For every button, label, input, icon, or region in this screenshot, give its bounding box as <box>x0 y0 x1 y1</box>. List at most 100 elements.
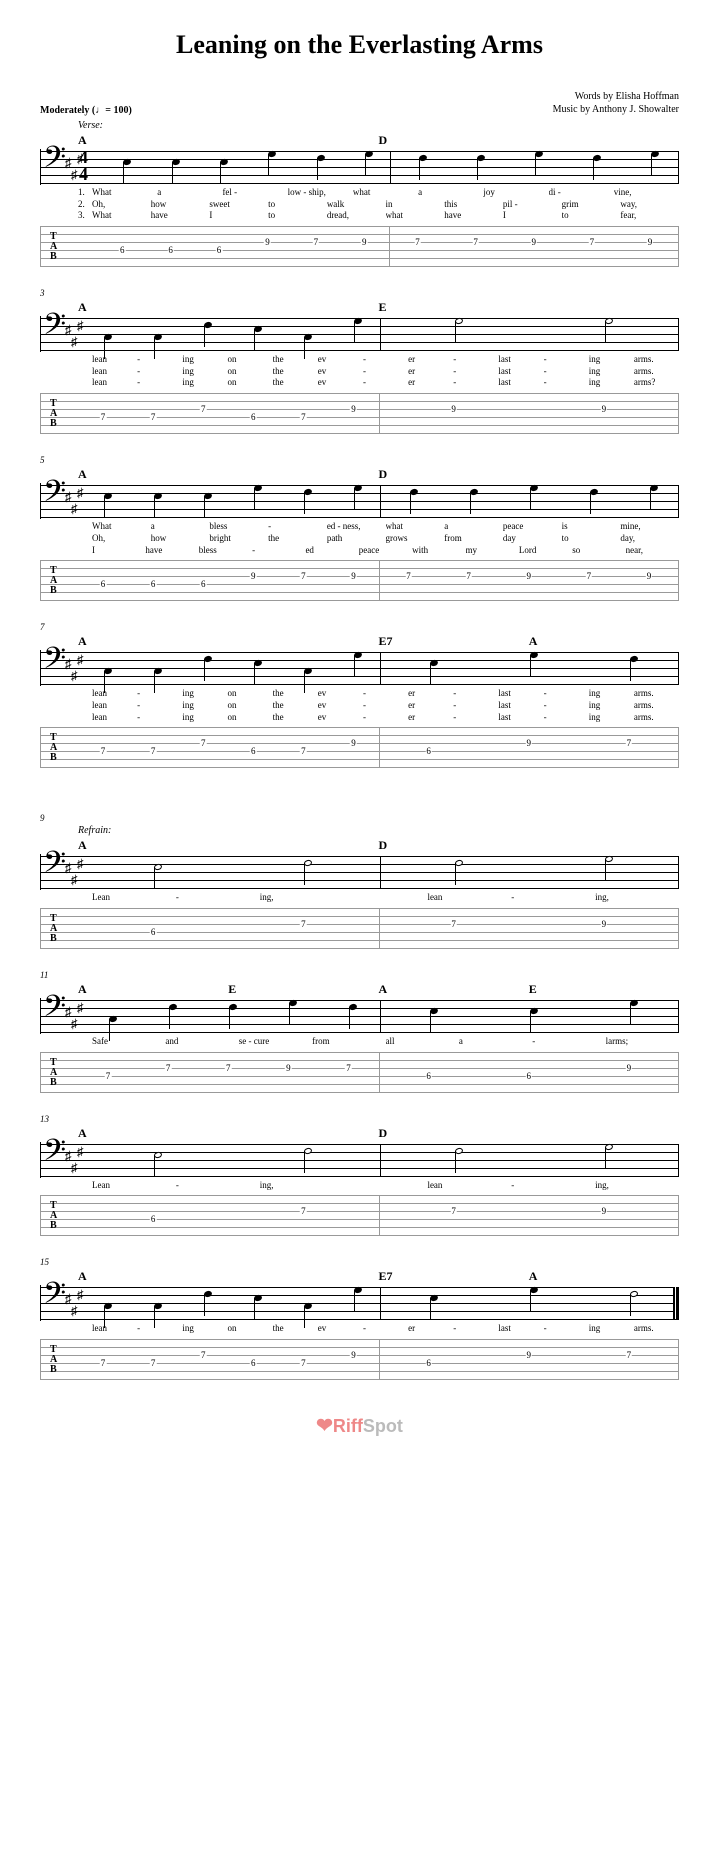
tablature: TAB6779 <box>40 908 679 950</box>
fret-number: 7 <box>150 412 157 422</box>
tablature: TAB777679697 <box>40 1339 679 1381</box>
lyric-line: Oh,howbrightthepathgrowsfromdaytoday, <box>78 533 679 545</box>
tab-label-icon: TAB <box>50 914 57 944</box>
fret-number: 9 <box>526 738 533 748</box>
music-system: Refrain:9AD𝄢♯♯♯Lean-ing,lean-ing,TAB6779 <box>40 825 679 950</box>
time-signature: 44 <box>79 149 88 183</box>
fret-number: 6 <box>425 1071 432 1081</box>
lyrics-block: Safeandse - curefromalla-larms; <box>78 1036 679 1048</box>
fret-number: 7 <box>626 738 633 748</box>
fret-number: 6 <box>150 927 157 937</box>
measure-number: 7 <box>40 622 45 632</box>
tab-label-icon: TAB <box>50 733 57 763</box>
fret-number: 6 <box>425 746 432 756</box>
fret-number: 6 <box>119 245 126 255</box>
fret-number: 7 <box>200 738 207 748</box>
heart-icon: ❤ <box>316 1415 333 1437</box>
fret-number: 7 <box>150 746 157 756</box>
measure-number: 13 <box>40 1114 49 1124</box>
chord-row: AE <box>78 300 679 314</box>
music-system: 15AE7A𝄢♯♯♯lean-ingontheev-er-last-ingarm… <box>40 1269 679 1381</box>
fret-number: 9 <box>450 404 457 414</box>
fret-number: 7 <box>450 1206 457 1216</box>
fret-number: 7 <box>225 1063 232 1073</box>
lyrics-block: lean-ingontheev-er-last-ingarms. <box>78 1323 679 1335</box>
fret-number: 9 <box>285 1063 292 1073</box>
section-refrain-label: Refrain: <box>78 825 679 836</box>
fret-number: 6 <box>250 746 257 756</box>
fret-number: 6 <box>216 245 223 255</box>
bass-clef-icon: 𝄢 <box>43 310 66 346</box>
fret-number: 7 <box>300 746 307 756</box>
lyric-line: Safeandse - curefromalla-larms; <box>78 1036 679 1048</box>
fret-number: 7 <box>100 1358 107 1368</box>
fret-number: 9 <box>350 404 357 414</box>
fret-number: 9 <box>526 1350 533 1360</box>
fret-number: 6 <box>200 579 207 589</box>
music-system: 11AEAE𝄢♯♯♯Safeandse - curefromalla-larms… <box>40 982 679 1094</box>
fret-number: 7 <box>105 1071 112 1081</box>
chord-row: AD <box>78 467 679 481</box>
lyrics-block: lean-ingontheev-er-last-ingarms.lean-ing… <box>78 354 679 389</box>
fret-number: 6 <box>250 412 257 422</box>
bass-clef-icon: 𝄢 <box>43 644 66 680</box>
fret-number: 7 <box>200 404 207 414</box>
music-system: 5AD𝄢♯♯♯Whatabless-ed - ness,whatapeaceis… <box>40 467 679 602</box>
fret-number: 7 <box>472 237 479 247</box>
lyrics-block: lean-ingontheev-er-last-ingarms.lean-ing… <box>78 688 679 723</box>
tab-label-icon: TAB <box>50 232 57 262</box>
staff: 𝄢♯♯♯ <box>40 316 679 352</box>
bass-clef-icon: 𝄢 <box>43 1136 66 1172</box>
staff: 𝄢♯♯♯ <box>40 483 679 519</box>
fret-number: 6 <box>150 1214 157 1224</box>
lyrics-block: Lean-ing,lean-ing, <box>78 1180 679 1192</box>
measure-number: 5 <box>40 455 45 465</box>
music-system: AD𝄢♯♯♯441.Whatafel -low - ship,whatajoyd… <box>40 133 679 268</box>
fret-number: 7 <box>300 571 307 581</box>
fret-number: 7 <box>150 1358 157 1368</box>
fret-number: 7 <box>300 919 307 929</box>
music-system: 13AD𝄢♯♯♯Lean-ing,lean-ing,TAB6779 <box>40 1126 679 1238</box>
tablature: TAB6779 <box>40 1195 679 1237</box>
tab-label-icon: TAB <box>50 1201 57 1231</box>
lyrics-block: Whatabless-ed - ness,whatapeaceismine,Oh… <box>78 521 679 556</box>
tablature: TAB777679697 <box>40 727 679 769</box>
bass-clef-icon: 𝄢 <box>43 143 66 179</box>
measure-number: 11 <box>40 970 48 980</box>
chord-row: AD <box>78 133 679 147</box>
fret-number: 7 <box>100 412 107 422</box>
watermark: ❤RiffSpot <box>40 1413 679 1438</box>
fret-number: 7 <box>626 1350 633 1360</box>
fret-number: 9 <box>626 1063 633 1073</box>
measure-number: 15 <box>40 1257 49 1267</box>
fret-number: 6 <box>526 1071 533 1081</box>
fret-number: 9 <box>526 571 533 581</box>
lyric-line: lean-ingontheev-er-last-ingarms. <box>78 1323 679 1335</box>
chord-row: AE7A <box>78 634 679 648</box>
fret-number: 9 <box>264 237 271 247</box>
lyric-line: 2.Oh,howsweettowalkinthispil -grimway, <box>78 199 679 211</box>
tablature: TAB66697977979 <box>40 560 679 602</box>
music-credit: Music by Anthony J. Showalter <box>553 103 679 116</box>
fret-number: 9 <box>350 571 357 581</box>
chord-row: AD <box>78 1126 679 1140</box>
fret-number: 6 <box>250 1358 257 1368</box>
tablature: TAB77767999 <box>40 393 679 435</box>
tablature: TAB77797669 <box>40 1052 679 1094</box>
fret-number: 9 <box>647 237 654 247</box>
credits: Words by Elisha Hoffman Music by Anthony… <box>553 90 679 116</box>
measure-number: 3 <box>40 288 45 298</box>
music-system: 7AE7A𝄢♯♯♯lean-ingontheev-er-last-ingarms… <box>40 634 679 769</box>
song-title: Leaning on the Everlasting Arms <box>40 30 679 60</box>
fret-number: 6 <box>425 1358 432 1368</box>
fret-number: 9 <box>250 571 257 581</box>
fret-number: 6 <box>150 579 157 589</box>
lyric-line: 1.Whatafel -low - ship,whatajoydi -vine, <box>78 187 679 199</box>
chord-row: AD <box>78 838 679 852</box>
fret-number: 7 <box>313 237 320 247</box>
music-system: 3AE𝄢♯♯♯lean-ingontheev-er-last-ingarms.l… <box>40 300 679 435</box>
fret-number: 7 <box>300 412 307 422</box>
chord-row: AEAE <box>78 982 679 996</box>
measure-number: 9 <box>40 813 45 823</box>
lyrics-block: Lean-ing,lean-ing, <box>78 892 679 904</box>
